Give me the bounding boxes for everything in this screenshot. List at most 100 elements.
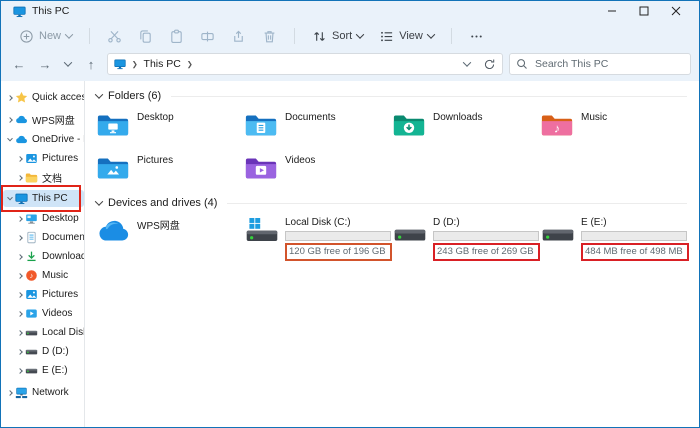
- expander-right-icon[interactable]: [5, 389, 15, 396]
- content-pane: Folders (6) Desktop Documents Downloads ♪ Mu…: [85, 81, 699, 427]
- forward-button[interactable]: →: [35, 54, 55, 74]
- up-button[interactable]: ↑: [81, 54, 101, 74]
- free-space-text: 120 GB free of 196 GB: [285, 243, 392, 261]
- sidebar-item-network[interactable]: Network: [3, 384, 84, 401]
- this-pc-icon: [114, 58, 126, 70]
- toolbar-separator: [294, 28, 296, 44]
- expander-right-icon[interactable]: [5, 116, 15, 123]
- sidebar-item-videos[interactable]: Videos: [13, 305, 84, 322]
- sort-button[interactable]: Sort: [306, 26, 369, 47]
- folder-tile-music[interactable]: ♪ Music: [540, 110, 688, 144]
- sidebar-item-desktop[interactable]: Desktop: [13, 210, 84, 227]
- sidebar-item-documents[interactable]: Documents: [13, 229, 84, 246]
- expander-right-icon[interactable]: [15, 234, 25, 241]
- expander-right-icon[interactable]: [15, 329, 25, 336]
- expander-right-icon[interactable]: [15, 174, 25, 181]
- rename-button[interactable]: [194, 26, 221, 47]
- expander-right-icon[interactable]: [15, 253, 25, 260]
- collapse-icon[interactable]: [94, 197, 104, 206]
- view-button-label: View: [399, 30, 423, 42]
- sidebar-item-pictures[interactable]: Pictures: [13, 286, 84, 303]
- address-dropdown-icon[interactable]: [462, 58, 472, 67]
- sidebar-item-downloads[interactable]: Downloads: [13, 248, 84, 265]
- close-button[interactable]: [661, 2, 691, 20]
- delete-button[interactable]: [256, 26, 283, 47]
- address-row: ← → ↑ ❯ This PC ❯: [1, 51, 699, 81]
- sidebar-item-label: OneDrive - Perso: [32, 134, 84, 145]
- expander-right-icon[interactable]: [15, 291, 25, 298]
- sidebar-item-quick-access[interactable]: Quick access: [3, 89, 84, 106]
- sidebar-item-label: Quick access: [32, 92, 84, 103]
- cloud-icon: [15, 113, 28, 126]
- file-explorer-window: This PC New Sort View ← → ↑ ❯ This PC ❯ …: [0, 0, 700, 428]
- expander-right-icon[interactable]: [15, 215, 25, 222]
- sidebar-item-label: Music: [42, 270, 69, 281]
- sidebar-item-label: Downloads: [42, 251, 84, 262]
- folder-pictures-icon: [96, 153, 130, 181]
- recent-locations-button[interactable]: [61, 54, 75, 74]
- expander-right-icon[interactable]: [15, 348, 25, 355]
- sidebar-item-local-disk-c[interactable]: Local Disk (C:): [13, 324, 84, 341]
- sidebar-item-label: Network: [32, 387, 69, 398]
- search-box[interactable]: [509, 53, 691, 75]
- sidebar-item-e-e[interactable]: E (E:): [13, 362, 84, 379]
- minimize-button[interactable]: [597, 2, 627, 20]
- paste-button[interactable]: [163, 26, 190, 47]
- sidebar-item-this-pc[interactable]: This PC: [1, 185, 84, 212]
- drive-tile-d-d[interactable]: D (D:) 243 GB free of 269 GB: [392, 217, 540, 261]
- sidebar-item-label: 文档: [42, 174, 62, 185]
- search-icon: [516, 58, 528, 70]
- expander-right-icon[interactable]: [5, 94, 15, 101]
- drive-name: D (D:): [433, 217, 460, 228]
- drive-tile-local-disk-c[interactable]: Local Disk (C:) 120 GB free of 196 GB: [244, 217, 392, 261]
- sort-button-label: Sort: [332, 30, 353, 42]
- expander-down-icon[interactable]: [5, 135, 15, 142]
- drive-tile-wps[interactable]: WPS网盘: [96, 217, 244, 261]
- drive-icon: [25, 364, 38, 377]
- back-button[interactable]: ←: [9, 54, 29, 74]
- sidebar-item-label: Videos: [42, 308, 73, 319]
- expander-right-icon[interactable]: [15, 155, 25, 162]
- window-controls: [597, 2, 691, 20]
- more-options-button[interactable]: [463, 26, 490, 47]
- view-button[interactable]: View: [373, 26, 440, 47]
- folder-desktop-icon: [96, 110, 130, 138]
- new-button[interactable]: New: [13, 26, 78, 47]
- folder-tile-documents[interactable]: Documents: [244, 110, 392, 144]
- expander-right-icon[interactable]: [15, 310, 25, 317]
- free-space-text: 484 MB free of 498 MB: [581, 243, 689, 261]
- drive-tile-e-e[interactable]: E (E:) 484 MB free of 498 MB: [540, 217, 689, 261]
- refresh-icon[interactable]: [483, 58, 496, 71]
- expander-right-icon[interactable]: [15, 367, 25, 374]
- toolbar-separator: [89, 28, 91, 44]
- expander-down-icon[interactable]: [5, 194, 15, 201]
- breadcrumb-this-pc[interactable]: This PC: [144, 58, 181, 70]
- sidebar-item-wps网盘[interactable]: WPS网盘: [3, 111, 84, 128]
- folder-tile-pictures[interactable]: Pictures: [96, 153, 244, 187]
- svg-text:♪: ♪: [554, 122, 560, 136]
- folders-section-header[interactable]: Folders (6): [94, 90, 687, 102]
- search-input[interactable]: [533, 57, 684, 71]
- videos-icon: [25, 307, 38, 320]
- share-button[interactable]: [225, 26, 252, 47]
- folder-tile-downloads[interactable]: Downloads: [392, 110, 540, 144]
- cut-button[interactable]: [101, 26, 128, 47]
- drive-icon: [25, 326, 38, 339]
- folder-icon: [25, 171, 38, 184]
- windows-drive-icon: [244, 218, 280, 248]
- sidebar-item-music[interactable]: ♪ Music: [13, 267, 84, 284]
- drives-section-header[interactable]: Devices and drives (4): [94, 197, 687, 209]
- sidebar-item-label: Desktop: [42, 213, 79, 224]
- folder-tile-desktop[interactable]: Desktop: [96, 110, 244, 144]
- sidebar-item-pictures[interactable]: Pictures: [13, 150, 84, 167]
- sidebar-item-文档[interactable]: 文档: [13, 169, 84, 186]
- sidebar-item-d-d[interactable]: D (D:): [13, 343, 84, 360]
- sidebar-item-onedrive-perso[interactable]: OneDrive - Perso: [3, 131, 84, 148]
- maximize-button[interactable]: [629, 2, 659, 20]
- address-bar[interactable]: ❯ This PC ❯: [107, 53, 503, 75]
- folder-tile-videos[interactable]: Videos: [244, 153, 392, 187]
- network-icon: [15, 386, 28, 399]
- copy-button[interactable]: [132, 26, 159, 47]
- expander-right-icon[interactable]: [15, 272, 25, 279]
- collapse-icon[interactable]: [94, 90, 104, 99]
